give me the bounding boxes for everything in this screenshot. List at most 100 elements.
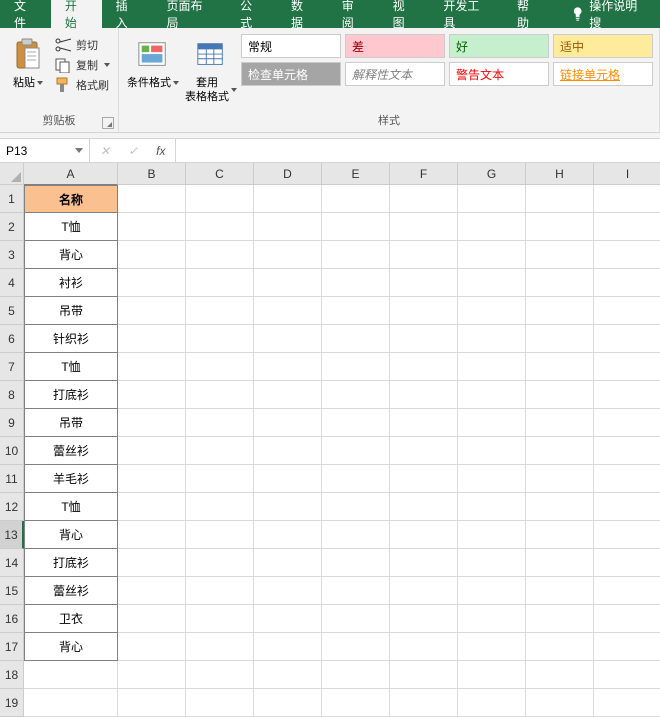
cell[interactable] [118, 465, 186, 493]
cell[interactable] [390, 297, 458, 325]
cell[interactable] [594, 493, 660, 521]
style-link[interactable]: 链接单元格 [553, 62, 653, 86]
tab-dev[interactable]: 开发工具 [429, 0, 503, 28]
cell[interactable] [594, 577, 660, 605]
cell[interactable] [254, 381, 322, 409]
cell[interactable] [594, 241, 660, 269]
row-header[interactable]: 18 [0, 661, 24, 689]
row-header[interactable]: 11 [0, 465, 24, 493]
cell[interactable] [526, 549, 594, 577]
cell[interactable] [254, 605, 322, 633]
cell[interactable] [186, 633, 254, 661]
tab-help[interactable]: 帮助 [503, 0, 554, 28]
cell[interactable] [254, 521, 322, 549]
cell[interactable] [322, 661, 390, 689]
formula-input[interactable] [176, 139, 660, 162]
cut-button[interactable]: 剪切 [52, 36, 112, 54]
cell[interactable] [526, 325, 594, 353]
cell[interactable] [254, 353, 322, 381]
cell[interactable] [594, 437, 660, 465]
cell[interactable] [118, 325, 186, 353]
cell[interactable] [254, 689, 322, 717]
cell[interactable] [254, 661, 322, 689]
cell[interactable] [118, 409, 186, 437]
cell[interactable] [254, 633, 322, 661]
cell[interactable] [594, 465, 660, 493]
cell[interactable] [118, 661, 186, 689]
cell[interactable] [322, 689, 390, 717]
cell[interactable] [186, 297, 254, 325]
cell[interactable] [186, 549, 254, 577]
column-header[interactable]: I [594, 163, 660, 185]
cell[interactable]: 名称 [24, 185, 118, 213]
cell[interactable] [458, 493, 526, 521]
cell[interactable] [594, 521, 660, 549]
cell[interactable] [186, 241, 254, 269]
cell[interactable] [322, 633, 390, 661]
cell[interactable] [322, 297, 390, 325]
cell[interactable] [390, 465, 458, 493]
column-header[interactable]: A [24, 163, 118, 185]
cell[interactable] [390, 521, 458, 549]
cell[interactable] [186, 353, 254, 381]
cell[interactable]: T恤 [24, 353, 118, 381]
cell[interactable] [322, 241, 390, 269]
tell-me-search[interactable]: 操作说明搜 [558, 0, 660, 28]
column-header[interactable]: E [322, 163, 390, 185]
cell[interactable] [458, 269, 526, 297]
row-header[interactable]: 14 [0, 549, 24, 577]
paste-button[interactable]: 粘贴 [6, 32, 50, 90]
cell[interactable] [458, 241, 526, 269]
cell[interactable] [526, 689, 594, 717]
row-header[interactable]: 17 [0, 633, 24, 661]
cell[interactable]: 蕾丝衫 [24, 437, 118, 465]
cell[interactable] [24, 661, 118, 689]
cell[interactable] [390, 605, 458, 633]
style-warn[interactable]: 警告文本 [449, 62, 549, 86]
cell[interactable] [254, 549, 322, 577]
format-painter-button[interactable]: 格式刷 [52, 76, 112, 94]
cell[interactable] [594, 633, 660, 661]
cell[interactable] [254, 409, 322, 437]
cell[interactable] [254, 297, 322, 325]
cell[interactable] [526, 437, 594, 465]
cell[interactable] [526, 381, 594, 409]
cell[interactable]: 吊带 [24, 297, 118, 325]
cell[interactable] [118, 437, 186, 465]
row-header[interactable]: 5 [0, 297, 24, 325]
conditional-format-button[interactable]: 条件格式 [125, 32, 181, 90]
cell[interactable] [322, 409, 390, 437]
cell[interactable] [526, 493, 594, 521]
style-check-cell[interactable]: 检查单元格 [241, 62, 341, 86]
cell[interactable]: 打底衫 [24, 381, 118, 409]
cell[interactable] [594, 353, 660, 381]
cell[interactable]: 背心 [24, 521, 118, 549]
cell[interactable] [254, 437, 322, 465]
cell[interactable]: 羊毛衫 [24, 465, 118, 493]
cell[interactable]: 打底衫 [24, 549, 118, 577]
cell[interactable] [24, 689, 118, 717]
cell[interactable] [186, 661, 254, 689]
cell[interactable] [186, 269, 254, 297]
cell[interactable] [458, 213, 526, 241]
cell[interactable] [118, 241, 186, 269]
cell[interactable] [594, 689, 660, 717]
row-header[interactable]: 12 [0, 493, 24, 521]
cell[interactable] [186, 185, 254, 213]
cell[interactable] [186, 213, 254, 241]
cell[interactable] [458, 185, 526, 213]
cell[interactable] [322, 381, 390, 409]
cell[interactable] [322, 549, 390, 577]
cell[interactable] [526, 605, 594, 633]
cell[interactable] [254, 465, 322, 493]
cell[interactable] [390, 185, 458, 213]
cell[interactable]: 蕾丝衫 [24, 577, 118, 605]
row-header[interactable]: 7 [0, 353, 24, 381]
style-neutral[interactable]: 适中 [553, 34, 653, 58]
cell[interactable] [390, 409, 458, 437]
row-header[interactable]: 6 [0, 325, 24, 353]
row-header[interactable]: 3 [0, 241, 24, 269]
cell[interactable] [526, 297, 594, 325]
cell[interactable] [186, 325, 254, 353]
row-header[interactable]: 10 [0, 437, 24, 465]
